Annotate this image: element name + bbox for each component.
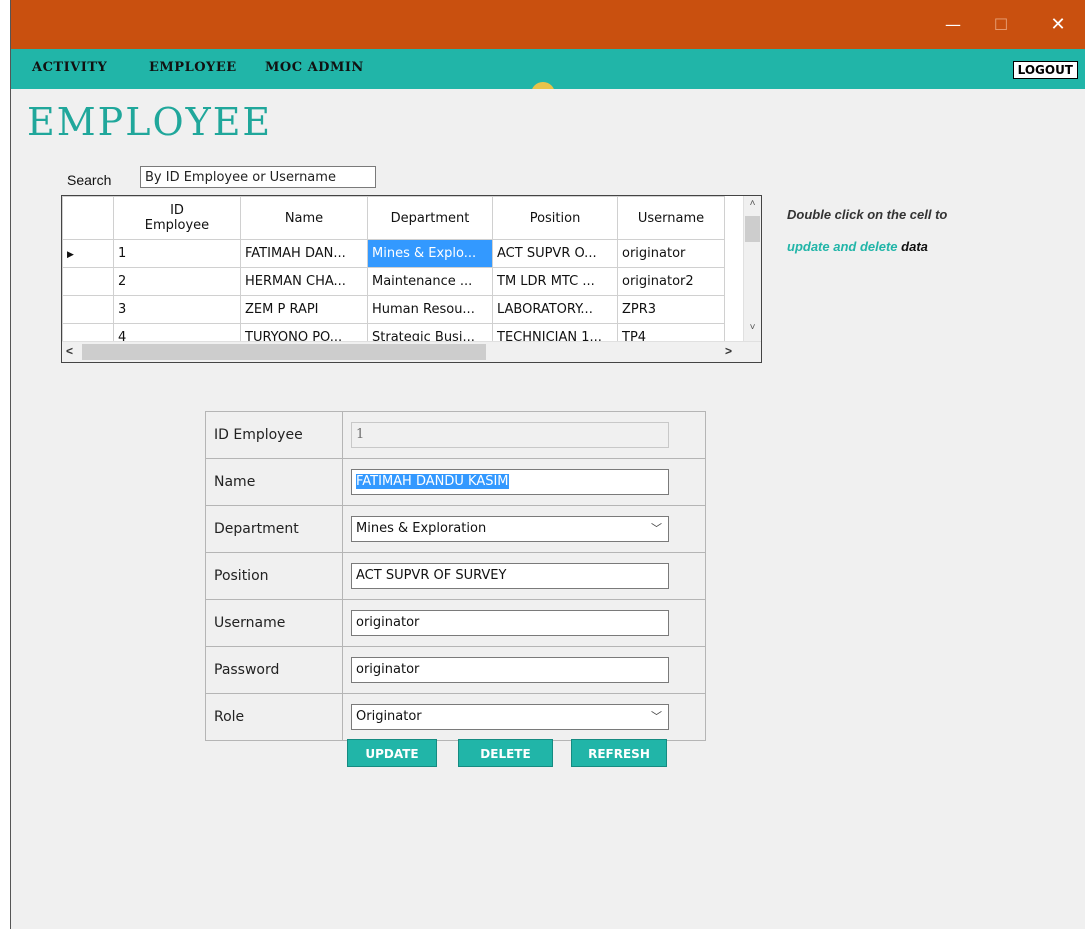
table-row[interactable]: 2 HERMAN CHA... Maintenance ... TM LDR M… bbox=[62, 267, 725, 296]
column-header-name[interactable]: Name bbox=[240, 196, 368, 240]
horizontal-scroll-thumb[interactable] bbox=[82, 344, 486, 360]
table-cell[interactable]: TM LDR MTC ... bbox=[492, 267, 618, 296]
form-row-id: ID Employee 1 bbox=[205, 411, 706, 459]
menu-activity[interactable]: ACTIVITY bbox=[32, 60, 107, 75]
position-field[interactable]: ACT SUPVR OF SURVEY bbox=[351, 563, 669, 589]
name-label: Name bbox=[205, 458, 343, 506]
table-cell[interactable]: 3 bbox=[113, 295, 241, 324]
department-select[interactable]: Mines & Exploration ﹀ bbox=[351, 516, 669, 542]
title-bar: — ☐ ✕ bbox=[11, 0, 1085, 49]
column-header-id[interactable]: ID Employee bbox=[113, 196, 241, 240]
delete-button[interactable]: DELETE bbox=[458, 739, 553, 767]
table-cell[interactable]: HERMAN CHA... bbox=[240, 267, 368, 296]
role-label: Role bbox=[205, 693, 343, 741]
scroll-right-icon[interactable]: > bbox=[725, 344, 732, 358]
employee-form: ID Employee 1 Name FATIMAH DANDU KASIM D… bbox=[205, 411, 706, 741]
chevron-down-icon[interactable]: ﹀ bbox=[651, 705, 662, 729]
table-cell[interactable]: ACT SUPVR O... bbox=[492, 239, 618, 268]
menu-bar: ACTIVITY EMPLOYEE MOC ADMIN LOGOUT bbox=[11, 49, 1085, 89]
page-title: EMPLOYEE bbox=[27, 100, 273, 144]
table-cell[interactable]: Human Resou... bbox=[367, 295, 493, 324]
position-label: Position bbox=[205, 552, 343, 600]
id-employee-field: 1 bbox=[351, 422, 669, 448]
form-row-department: Department Mines & Exploration ﹀ bbox=[205, 505, 706, 553]
app-window: — ☐ ✕ ACTIVITY EMPLOYEE MOC ADMIN LOGOUT… bbox=[10, 0, 1085, 929]
vertical-scroll-thumb[interactable] bbox=[745, 216, 760, 242]
table-cell[interactable]: 2 bbox=[113, 267, 241, 296]
refresh-button[interactable]: REFRESH bbox=[571, 739, 667, 767]
column-header-position[interactable]: Position bbox=[492, 196, 618, 240]
role-select[interactable]: Originator ﹀ bbox=[351, 704, 669, 730]
search-input[interactable]: By ID Employee or Username bbox=[140, 166, 376, 188]
form-row-position: Position ACT SUPVR OF SURVEY bbox=[205, 552, 706, 600]
username-label: Username bbox=[205, 599, 343, 647]
search-label: Search bbox=[67, 172, 112, 188]
update-button[interactable]: UPDATE bbox=[347, 739, 437, 767]
row-header[interactable] bbox=[62, 267, 114, 296]
vertical-scrollbar[interactable]: ˄ ˅ bbox=[743, 196, 761, 342]
scroll-down-icon[interactable]: ˅ bbox=[744, 322, 761, 333]
form-row-name: Name FATIMAH DANDU KASIM bbox=[205, 458, 706, 506]
form-row-role: Role Originator ﹀ bbox=[205, 693, 706, 741]
menu-employee[interactable]: EMPLOYEE bbox=[149, 60, 237, 75]
hint-text: Double click on the cell to bbox=[787, 207, 948, 222]
table-row[interactable]: ▶ 1 FATIMAH DAN... Mines & Explo... ACT … bbox=[62, 239, 725, 268]
table-cell[interactable]: FATIMAH DAN... bbox=[240, 239, 368, 268]
scroll-up-icon[interactable]: ˄ bbox=[744, 198, 761, 209]
username-field[interactable]: originator bbox=[351, 610, 669, 636]
scroll-left-icon[interactable]: < bbox=[66, 344, 73, 358]
table-cell-selected[interactable]: Mines & Explo... bbox=[367, 239, 493, 268]
table-cell[interactable]: 1 bbox=[113, 239, 241, 268]
column-header-label: ID Employee bbox=[144, 203, 210, 233]
row-header-corner bbox=[62, 196, 114, 240]
column-header-username[interactable]: Username bbox=[617, 196, 725, 240]
table-cell[interactable]: LABORATORY... bbox=[492, 295, 618, 324]
hint-accent-text: update and delete bbox=[787, 239, 898, 254]
table-cell[interactable]: originator2 bbox=[617, 267, 725, 296]
table-cell[interactable]: ZPR3 bbox=[617, 295, 725, 324]
name-field-selected-text: FATIMAH DANDU KASIM bbox=[356, 474, 509, 489]
form-row-password: Password originator bbox=[205, 646, 706, 694]
minimize-button[interactable]: — bbox=[931, 12, 975, 38]
row-header[interactable] bbox=[62, 295, 114, 324]
id-employee-label: ID Employee bbox=[205, 411, 343, 459]
menu-moc-admin[interactable]: MOC ADMIN bbox=[265, 60, 364, 75]
horizontal-scrollbar[interactable]: < > bbox=[62, 341, 761, 362]
table-header-row: ID Employee Name Department Position Use… bbox=[62, 196, 725, 240]
chevron-down-icon[interactable]: ﹀ bbox=[651, 517, 662, 541]
employee-grid[interactable]: ID Employee Name Department Position Use… bbox=[61, 195, 762, 363]
current-row-indicator-icon: ▶ bbox=[67, 250, 74, 260]
column-header-department[interactable]: Department bbox=[367, 196, 493, 240]
row-header[interactable]: ▶ bbox=[62, 239, 114, 268]
role-value: Originator bbox=[356, 709, 422, 724]
hint-rest-text: data bbox=[897, 239, 928, 254]
table-row[interactable]: 3 ZEM P RAPI Human Resou... LABORATORY..… bbox=[62, 295, 725, 324]
hint-text-line2: update and delete data bbox=[787, 239, 928, 254]
logo-decoration bbox=[531, 82, 555, 89]
table-cell[interactable]: Maintenance ... bbox=[367, 267, 493, 296]
employee-table: ID Employee Name Department Position Use… bbox=[62, 196, 725, 352]
password-field[interactable]: originator bbox=[351, 657, 669, 683]
maximize-button[interactable]: ☐ bbox=[979, 12, 1023, 38]
table-cell[interactable]: ZEM P RAPI bbox=[240, 295, 368, 324]
department-value: Mines & Exploration bbox=[356, 521, 487, 536]
department-label: Department bbox=[205, 505, 343, 553]
name-field[interactable]: FATIMAH DANDU KASIM bbox=[351, 469, 669, 495]
close-button[interactable]: ✕ bbox=[1036, 12, 1080, 38]
password-label: Password bbox=[205, 646, 343, 694]
table-cell[interactable]: originator bbox=[617, 239, 725, 268]
logout-button[interactable]: LOGOUT bbox=[1012, 61, 1078, 79]
form-row-username: Username originator bbox=[205, 599, 706, 647]
